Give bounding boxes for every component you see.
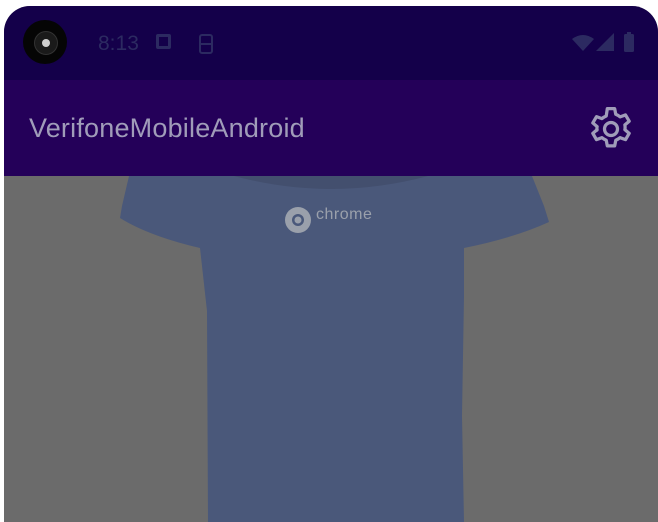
product-image[interactable] (4, 176, 658, 522)
signal-icon (596, 33, 614, 51)
battery-icon (624, 32, 634, 52)
app-bar: VerifoneMobileAndroid (4, 80, 658, 176)
chrome-logo-icon (285, 207, 311, 233)
settings-button[interactable] (582, 100, 640, 158)
phone-screen: 8:13 VerifoneMobileAndroid (4, 6, 658, 522)
status-bar: 8:13 (4, 6, 658, 80)
content-area (4, 176, 658, 522)
notification-icon (156, 34, 171, 49)
wifi-icon (572, 35, 594, 51)
camera-icon (23, 20, 67, 64)
app-title: VerifoneMobileAndroid (29, 113, 305, 143)
tshirt-body (120, 176, 549, 522)
tshirt-logo-text: chrome (316, 206, 373, 223)
gear-icon (591, 107, 631, 148)
status-time: 8:13 (98, 32, 139, 55)
sim-icon (199, 34, 213, 54)
